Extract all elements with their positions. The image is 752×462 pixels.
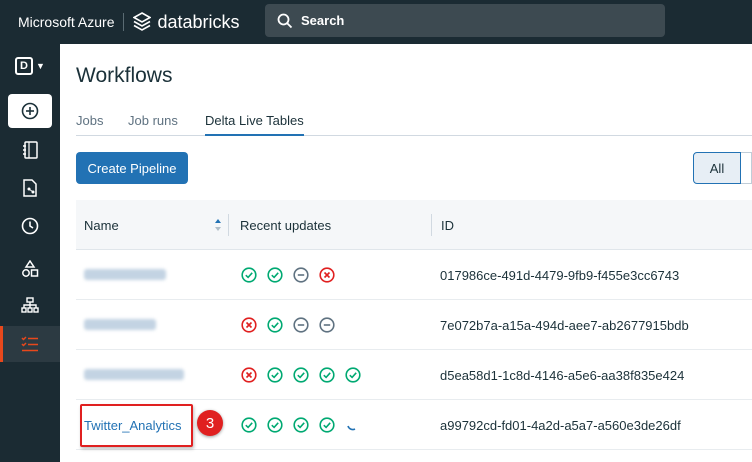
table-row[interactable]: d5ea58d1-1c8d-4146-a5e6-aa38f835e424 <box>76 350 752 400</box>
shapes-icon <box>22 260 39 277</box>
status-canceled-icon[interactable] <box>292 266 309 283</box>
pipeline-id: a99792cd-fd01-4a2d-a5a7-a560e3de26df <box>440 418 681 433</box>
redacted-text <box>84 369 184 380</box>
pipeline-name-redacted[interactable] <box>84 268 166 283</box>
column-header-name[interactable]: Name <box>84 218 119 233</box>
table-header: Name Recent updates ID <box>76 200 752 250</box>
caret-down-icon: ▼ <box>36 61 45 71</box>
table-row[interactable]: 7e072b7a-a15a-494d-aee7-ab2677915bdb <box>76 300 752 350</box>
redacted-text <box>84 319 156 330</box>
sidebar-item-workspace[interactable] <box>0 132 60 168</box>
databricks-icon <box>133 12 152 31</box>
sidebar: D ▼ <box>0 44 60 462</box>
filter-all-button[interactable]: All <box>693 152 741 184</box>
filter-next-button[interactable] <box>741 152 752 184</box>
status-success-icon[interactable] <box>266 416 283 433</box>
pipeline-id: 7e072b7a-a15a-494d-aee7-ab2677915bdb <box>440 318 689 333</box>
pipeline-id: 017986ce-491d-4479-9fb9-f455e3cc6743 <box>440 268 680 283</box>
column-header-id: ID <box>441 218 454 233</box>
clock-icon <box>21 217 39 235</box>
search-label: Search <box>301 13 345 28</box>
top-bar: Microsoft Azure databricks Search <box>0 0 752 44</box>
tab-bar: Jobs Job runs Delta Live Tables <box>76 110 752 136</box>
status-failed-icon[interactable] <box>240 366 257 383</box>
pipeline-name-redacted[interactable] <box>84 318 156 333</box>
column-header-recent-updates: Recent updates <box>240 218 332 233</box>
redacted-text <box>84 269 166 280</box>
workspace-switcher[interactable]: D ▼ <box>0 48 60 84</box>
brand-divider <box>123 13 125 31</box>
status-success-icon[interactable] <box>318 416 335 433</box>
tab-delta-live-tables[interactable]: Delta Live Tables <box>205 113 304 136</box>
status-failed-icon[interactable] <box>240 316 257 333</box>
sidebar-item-new[interactable] <box>0 93 60 129</box>
status-canceled-icon[interactable] <box>292 316 309 333</box>
notebook-icon <box>23 141 38 159</box>
column-divider[interactable] <box>228 214 229 236</box>
search-bar[interactable]: Search <box>265 4 665 37</box>
workflows-icon <box>21 336 38 352</box>
recent-updates <box>240 266 335 283</box>
status-success-icon[interactable] <box>240 416 257 433</box>
create-pipeline-button[interactable]: Create Pipeline <box>76 152 188 184</box>
highlight-box <box>80 404 193 447</box>
column-divider[interactable] <box>431 214 432 236</box>
sidebar-item-catalog[interactable] <box>0 251 60 287</box>
recent-updates <box>240 416 361 433</box>
status-success-icon[interactable] <box>292 366 309 383</box>
status-success-icon[interactable] <box>318 366 335 383</box>
table-row[interactable]: 017986ce-491d-4479-9fb9-f455e3cc6743 <box>76 250 752 300</box>
status-success-icon[interactable] <box>266 316 283 333</box>
databricks-label: databricks <box>157 11 240 32</box>
main-content: Workflows Jobs Job runs Delta Live Table… <box>60 44 752 462</box>
tab-jobs[interactable]: Jobs <box>76 113 103 136</box>
status-canceled-icon[interactable] <box>318 316 335 333</box>
pipeline-name-redacted[interactable] <box>84 368 184 383</box>
recent-updates <box>240 366 361 383</box>
status-success-icon[interactable] <box>344 366 361 383</box>
pipeline-id: d5ea58d1-1c8d-4146-a5e6-aa38f835e424 <box>440 368 685 383</box>
sort-icon[interactable] <box>214 218 222 232</box>
page-title: Workflows <box>76 64 173 87</box>
sidebar-item-recents[interactable] <box>0 208 60 244</box>
status-failed-icon[interactable] <box>318 266 335 283</box>
databricks-logo[interactable]: databricks <box>133 11 240 33</box>
tab-job-runs[interactable]: Job runs <box>128 113 178 136</box>
status-success-icon[interactable] <box>240 266 257 283</box>
status-success-icon[interactable] <box>266 266 283 283</box>
workspace-letter: D <box>15 57 34 75</box>
plus-circle-icon <box>21 102 39 120</box>
data-file-icon <box>23 179 37 197</box>
step-marker: 3 <box>197 410 223 436</box>
sidebar-item-compute[interactable] <box>0 288 60 324</box>
sidebar-item-data[interactable] <box>0 170 60 206</box>
azure-brand: Microsoft Azure <box>18 14 115 30</box>
status-success-icon[interactable] <box>266 366 283 383</box>
status-running-icon[interactable] <box>344 416 361 433</box>
recent-updates <box>240 316 335 333</box>
search-icon <box>277 13 293 28</box>
status-success-icon[interactable] <box>292 416 309 433</box>
compute-icon <box>21 297 39 313</box>
sidebar-item-workflows[interactable] <box>0 326 60 362</box>
